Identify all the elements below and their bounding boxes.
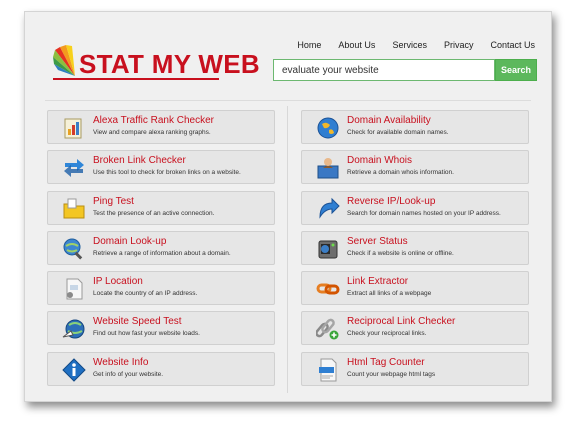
ip-document-icon bbox=[66, 278, 83, 300]
tool-description: Retrieve a domain whois information. bbox=[347, 169, 454, 177]
whois-person-icon bbox=[317, 158, 339, 179]
folder-ping-icon bbox=[63, 198, 85, 219]
header-divider bbox=[45, 100, 531, 101]
server-icon bbox=[318, 240, 338, 259]
tool-reciprocal-link-checker[interactable]: Reciprocal Link Checker Check your recip… bbox=[301, 311, 529, 346]
reverse-arrow-icon bbox=[319, 197, 340, 219]
main-nav: Home About Us Services Privacy Contact U… bbox=[280, 40, 535, 50]
broken-link-arrow-icon bbox=[64, 159, 84, 178]
tool-html-tag-counter[interactable]: Html Tag Counter Count your webpage html… bbox=[301, 351, 529, 386]
link-add-icon bbox=[316, 319, 339, 340]
tool-description: Locate the country of an IP address. bbox=[93, 290, 198, 298]
tool-title: Reciprocal Link Checker bbox=[347, 316, 456, 328]
tool-alexa-traffic-rank-checker[interactable]: Alexa Traffic Rank Checker View and comp… bbox=[47, 110, 275, 144]
html-document-icon bbox=[319, 358, 337, 382]
tool-description: Count your webpage html tags bbox=[347, 370, 436, 378]
tool-ip-location[interactable]: IP Location Locate the country of an IP … bbox=[47, 271, 275, 306]
tool-website-speed-test[interactable]: Website Speed Test Find out how fast you… bbox=[47, 311, 275, 346]
tool-description: Check for available domain names. bbox=[347, 129, 449, 136]
tool-ping-test[interactable]: Ping Test Test the presence of an active… bbox=[47, 190, 275, 225]
tool-domain-whois[interactable]: Domain Whois Retrieve a domain whois inf… bbox=[301, 150, 529, 185]
info-icon bbox=[62, 358, 86, 382]
search-bar: Search bbox=[273, 59, 537, 81]
tool-link-extractor[interactable]: Link Extractor Extract all links of a we… bbox=[301, 271, 529, 306]
tool-title: Server Status bbox=[347, 235, 408, 247]
globe-search-icon bbox=[63, 238, 83, 260]
nav-services[interactable]: Services bbox=[392, 40, 427, 50]
tool-description: Check if a website is online or offline. bbox=[347, 249, 454, 257]
logo-fan-icon bbox=[53, 45, 75, 76]
tool-description: Test the presence of an active connectio… bbox=[93, 209, 215, 217]
tool-title: Domain Whois bbox=[347, 155, 413, 167]
nav-home[interactable]: Home bbox=[297, 40, 321, 50]
tool-description: Retrieve a range of information about a … bbox=[93, 249, 231, 257]
tool-description: Use this tool to check for broken links … bbox=[93, 169, 241, 177]
tool-title: Website Info bbox=[93, 356, 149, 368]
ranking-chart-icon bbox=[64, 118, 82, 139]
tool-title: Domain Look-up bbox=[93, 235, 167, 247]
nav-about-us[interactable]: About Us bbox=[338, 40, 375, 50]
tool-title: Link Extractor bbox=[347, 276, 409, 288]
tool-title: Domain Availability bbox=[347, 115, 431, 126]
tool-domain-look-up[interactable]: Domain Look-up Retrieve a range of infor… bbox=[47, 230, 275, 265]
tool-description: Get info of your website. bbox=[93, 370, 164, 378]
logo-underline bbox=[53, 78, 219, 80]
chain-link-icon bbox=[316, 283, 340, 295]
tool-title: Reverse IP/Look-up bbox=[347, 195, 436, 207]
tool-title: IP Location bbox=[93, 276, 143, 288]
tool-title: Broken Link Checker bbox=[93, 155, 186, 167]
column-divider bbox=[287, 106, 288, 393]
tools-right-column: Domain Availability Check for available … bbox=[301, 110, 529, 392]
tool-title: Ping Test bbox=[93, 195, 134, 207]
search-button[interactable]: Search bbox=[495, 59, 537, 81]
tool-description: Search for domain names hosted on your I… bbox=[347, 209, 501, 217]
speed-globe-icon bbox=[62, 319, 85, 339]
globe-icon bbox=[317, 117, 339, 139]
tool-title: Website Speed Test bbox=[93, 316, 182, 328]
tool-website-info[interactable]: Website Info Get info of your website. bbox=[47, 351, 275, 386]
logo-text: STAT MY WEB bbox=[79, 49, 260, 79]
tool-description: Find out how fast your website loads. bbox=[93, 330, 200, 338]
tool-reverse-ip-look-up[interactable]: Reverse IP/Look-up Search for domain nam… bbox=[301, 190, 529, 225]
nav-contact-us[interactable]: Contact Us bbox=[490, 40, 535, 50]
site-logo[interactable]: STAT MY WEB bbox=[51, 42, 260, 78]
tool-server-status[interactable]: Server Status Check if a website is onli… bbox=[301, 230, 529, 265]
nav-privacy[interactable]: Privacy bbox=[444, 40, 474, 50]
tool-title: Alexa Traffic Rank Checker bbox=[93, 115, 214, 126]
tools-left-column: Alexa Traffic Rank Checker View and comp… bbox=[47, 110, 275, 392]
tool-description: View and compare alexa ranking graphs. bbox=[93, 129, 211, 136]
tool-broken-link-checker[interactable]: Broken Link Checker Use this tool to che… bbox=[47, 150, 275, 185]
tool-domain-availability[interactable]: Domain Availability Check for available … bbox=[301, 110, 529, 144]
page-frame: STAT MY WEB Home About Us Services Priva… bbox=[24, 11, 552, 402]
tool-description: Check your reciprocal links. bbox=[347, 330, 427, 338]
tool-title: Html Tag Counter bbox=[347, 356, 425, 368]
search-input[interactable] bbox=[273, 59, 495, 81]
tool-description: Extract all links of a webpage bbox=[347, 290, 432, 298]
